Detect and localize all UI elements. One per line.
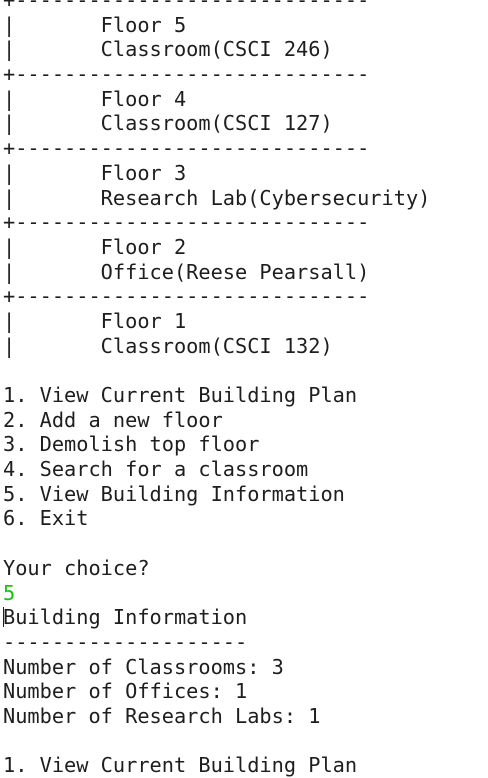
console-line-prompt: Your choice? xyxy=(3,556,488,581)
console-line-text: 6. Exit xyxy=(3,506,89,531)
console-line-text: Building Information xyxy=(3,605,248,630)
console-line-text: -------------------- xyxy=(3,629,248,654)
console-line-separator: +----------------------------- xyxy=(3,136,488,161)
console-line-menu: 6. Exit xyxy=(3,506,488,531)
console-line-text: 5. View Building Information xyxy=(3,481,345,506)
console-line-text: | Floor 2 xyxy=(3,234,187,259)
console-line-input[interactable]: 5 xyxy=(3,581,488,606)
console-line-floor: | Floor 2 xyxy=(3,235,488,260)
console-line-room: | Research Lab(Cybersecurity) xyxy=(3,186,488,211)
console-line-floor: | Floor 1 xyxy=(3,309,488,334)
console-line-menu: 3. Demolish top floor xyxy=(3,432,488,457)
console-line-text: | Floor 1 xyxy=(3,308,187,333)
console-line-menu: 4. Search for a classroom xyxy=(3,457,488,482)
console-line-separator: +----------------------------- xyxy=(3,210,488,235)
console-line-text: +----------------------------- xyxy=(3,284,370,309)
console-line-room: | Classroom(CSCI 246) xyxy=(3,37,488,62)
console-line-info: Number of Research Labs: 1 xyxy=(3,704,488,729)
console-line-text: 5 xyxy=(3,580,16,605)
console-line-text: Number of Research Labs: 1 xyxy=(3,703,321,728)
console-line-menu: 2. Add a new floor xyxy=(3,408,488,433)
console-line-info: Number of Offices: 1 xyxy=(3,679,488,704)
console-line-text: | Floor 3 xyxy=(3,160,187,185)
console-line-menu: 1. View Current Building Plan xyxy=(3,383,488,408)
console-line-info: Number of Classrooms: 3 xyxy=(3,655,488,680)
console-line-text: | Floor 4 xyxy=(3,86,187,111)
console-line-text: +----------------------------- xyxy=(3,0,370,12)
console-line-text: | Classroom(CSCI 132) xyxy=(3,333,333,358)
console-line-text: 1. View Current Building Plan xyxy=(3,383,358,407)
console-line-text: Your choice? xyxy=(3,555,150,580)
console-line-text: 3. Demolish top floor xyxy=(3,432,260,457)
console-line-text: 1. View Current Building Plan xyxy=(3,753,358,778)
console-line-floor: | Floor 4 xyxy=(3,87,488,112)
console-line-separator: +----------------------------- xyxy=(3,62,488,87)
console-line-room: | Classroom(CSCI 127) xyxy=(3,111,488,136)
console-line-rule: -------------------- xyxy=(3,630,488,655)
console-line-text: +----------------------------- xyxy=(3,136,370,161)
console-line-text: | Office(Reese Pearsall) xyxy=(3,259,370,284)
console-line-heading: Building Information xyxy=(3,605,488,630)
console-line-text: 4. Search for a classroom xyxy=(3,457,309,482)
console-line-text: | Classroom(CSCI 246) xyxy=(3,37,333,62)
console-line-separator: +----------------------------- xyxy=(3,284,488,309)
console-line-floor: | Floor 5 xyxy=(3,13,488,38)
console-output[interactable]: +----------------------------- | Floor 5 |… xyxy=(3,0,488,778)
console-line-text: | Classroom(CSCI 127) xyxy=(3,111,333,136)
console-line-text: Number of Offices: 1 xyxy=(3,679,248,704)
console-line-floor: | Floor 3 xyxy=(3,161,488,186)
console-line-text: Number of Classrooms: 3 xyxy=(3,654,284,679)
console-line-text: +----------------------------- xyxy=(3,210,370,235)
console-line-separator: +----------------------------- xyxy=(3,0,488,13)
console-line-text: | Research Lab(Cybersecurity) xyxy=(3,185,431,210)
console-line-text: | Floor 5 xyxy=(3,12,187,37)
console-line-room: | Office(Reese Pearsall) xyxy=(3,260,488,285)
console-line-room: | Classroom(CSCI 132) xyxy=(3,334,488,359)
console-line-text: 2. Add a new floor xyxy=(3,407,223,432)
console-line-text: +----------------------------- xyxy=(3,62,370,87)
console-line-menu: 5. View Building Information xyxy=(3,482,488,507)
